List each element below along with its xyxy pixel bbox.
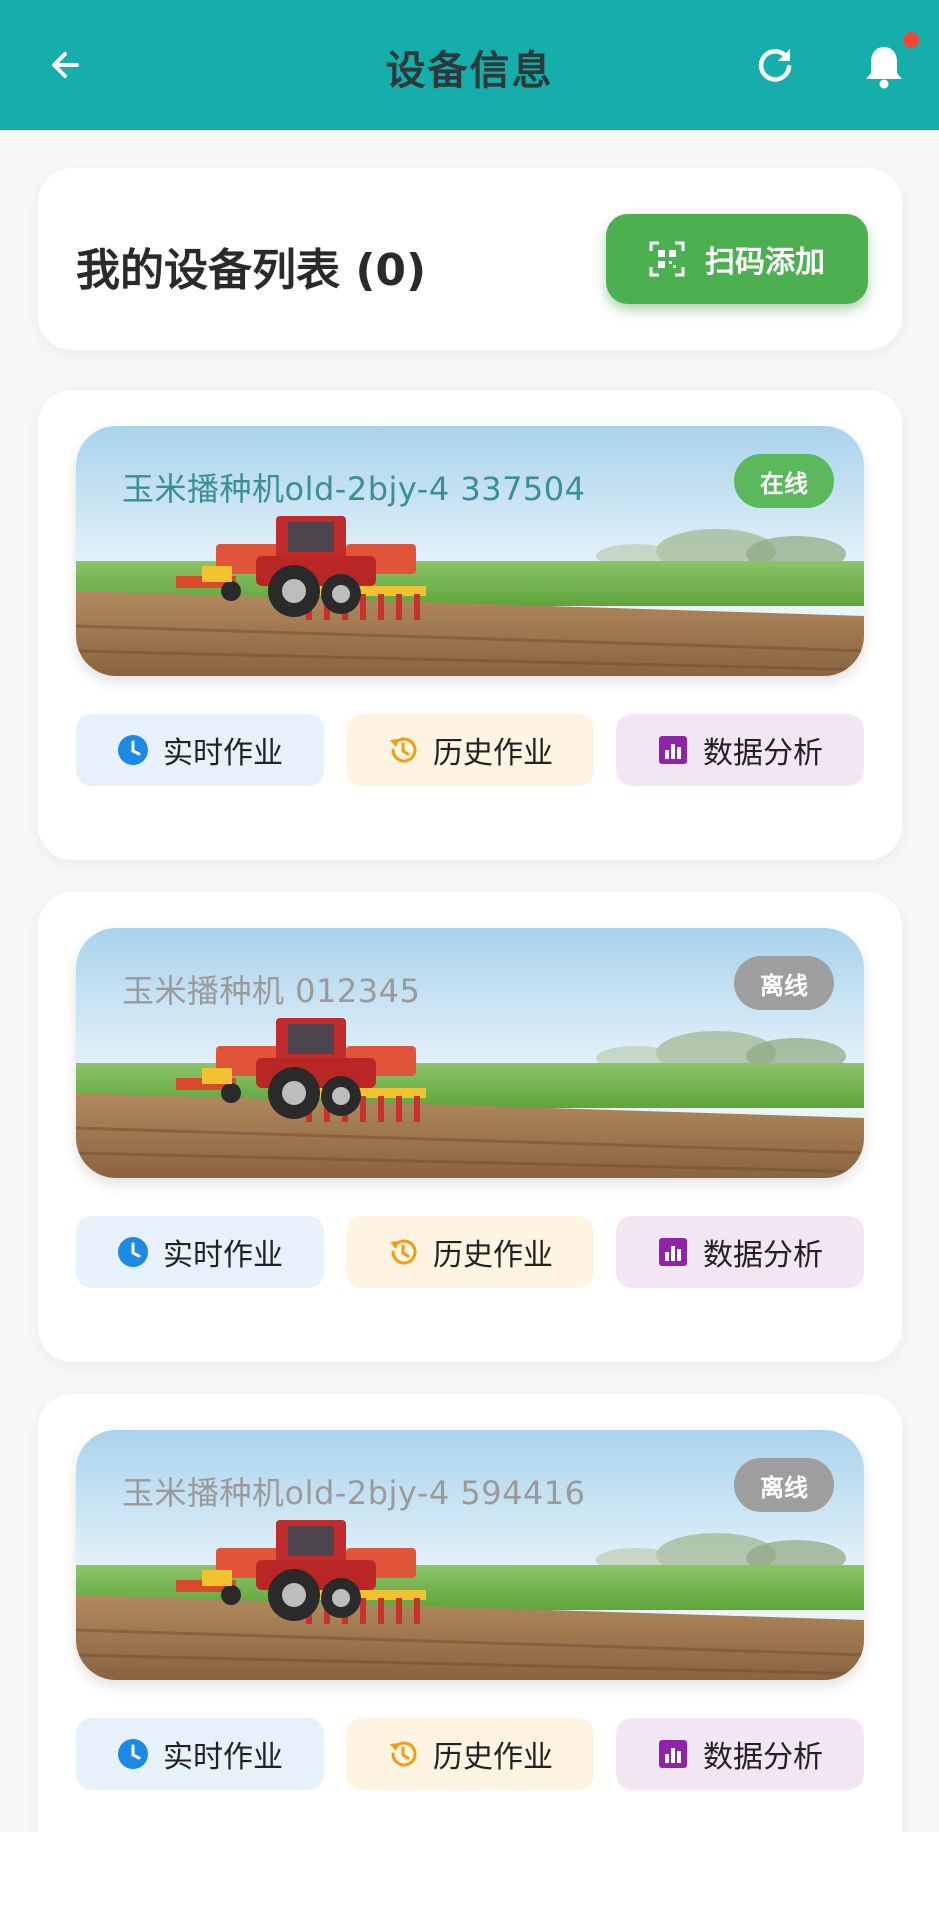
device-actions: 实时作业 历史作业 数据分析 bbox=[76, 1216, 864, 1288]
device-banner[interactable]: 玉米播种机 012345 离线 bbox=[76, 928, 864, 1178]
realtime-work-label: 实时作业 bbox=[163, 1740, 283, 1775]
device-actions: 实时作业 历史作业 数据分析 bbox=[76, 714, 864, 786]
data-analysis-label: 数据分析 bbox=[703, 1740, 823, 1775]
history-work-label: 历史作业 bbox=[433, 1238, 553, 1273]
bar-chart-icon bbox=[657, 1236, 689, 1268]
scan-add-label: 扫码添加 bbox=[705, 245, 825, 280]
realtime-work-label: 实时作业 bbox=[163, 1238, 283, 1273]
realtime-work-button[interactable]: 实时作业 bbox=[76, 1216, 324, 1288]
device-actions: 实时作业 历史作业 数据分析 bbox=[76, 1718, 864, 1790]
device-name: 玉米播种机old-2bjy-4 337504 bbox=[122, 470, 586, 508]
data-analysis-label: 数据分析 bbox=[703, 1238, 823, 1273]
status-badge: 离线 bbox=[734, 1458, 834, 1512]
data-analysis-label: 数据分析 bbox=[703, 736, 823, 771]
status-badge: 离线 bbox=[734, 956, 834, 1010]
history-work-button[interactable]: 历史作业 bbox=[346, 1718, 594, 1790]
history-work-label: 历史作业 bbox=[433, 1740, 553, 1775]
bar-chart-icon bbox=[657, 1738, 689, 1770]
data-analysis-button[interactable]: 数据分析 bbox=[616, 1718, 864, 1790]
realtime-work-label: 实时作业 bbox=[163, 736, 283, 771]
device-name: 玉米播种机 012345 bbox=[122, 972, 421, 1010]
bell-icon bbox=[866, 47, 902, 89]
realtime-work-button[interactable]: 实时作业 bbox=[76, 1718, 324, 1790]
notification-badge bbox=[903, 32, 919, 48]
qr-scan-icon bbox=[649, 241, 685, 277]
history-work-button[interactable]: 历史作业 bbox=[346, 1216, 594, 1288]
bar-chart-icon bbox=[657, 734, 689, 766]
history-work-button[interactable]: 历史作业 bbox=[346, 714, 594, 786]
data-analysis-button[interactable]: 数据分析 bbox=[616, 714, 864, 786]
device-banner[interactable]: 玉米播种机old-2bjy-4 594416 离线 bbox=[76, 1430, 864, 1680]
device-name: 玉米播种机old-2bjy-4 594416 bbox=[122, 1474, 586, 1512]
top-app-bar: 设备信息 bbox=[0, 0, 939, 130]
device-card: 玉米播种机 012345 离线 实时作业 历史作业 数据分析 bbox=[38, 892, 902, 1362]
clock-icon bbox=[117, 734, 149, 766]
device-card: 玉米播种机old-2bjy-4 594416 离线 实时作业 历史作业 数据分析 bbox=[38, 1394, 902, 1864]
clock-icon bbox=[117, 1738, 149, 1770]
history-icon bbox=[387, 1236, 419, 1268]
refresh-icon bbox=[758, 49, 792, 82]
status-badge: 在线 bbox=[734, 454, 834, 508]
device-banner[interactable]: 玉米播种机old-2bjy-4 337504 在线 bbox=[76, 426, 864, 676]
device-list-header: 我的设备列表 (0) 扫码添加 bbox=[38, 168, 902, 350]
history-icon bbox=[387, 734, 419, 766]
history-work-label: 历史作业 bbox=[433, 736, 553, 771]
device-card: 玉米播种机old-2bjy-4 337504 在线 实时作业 历史作业 数据分析 bbox=[38, 390, 902, 860]
scan-add-button[interactable]: 扫码添加 bbox=[606, 214, 868, 304]
device-list-title: 我的设备列表 (0) bbox=[76, 245, 427, 296]
refresh-button[interactable] bbox=[750, 40, 800, 90]
notifications-button[interactable] bbox=[858, 40, 910, 92]
history-icon bbox=[387, 1738, 419, 1770]
bottom-area bbox=[0, 1832, 939, 1920]
data-analysis-button[interactable]: 数据分析 bbox=[616, 1216, 864, 1288]
realtime-work-button[interactable]: 实时作业 bbox=[76, 714, 324, 786]
clock-icon bbox=[117, 1236, 149, 1268]
